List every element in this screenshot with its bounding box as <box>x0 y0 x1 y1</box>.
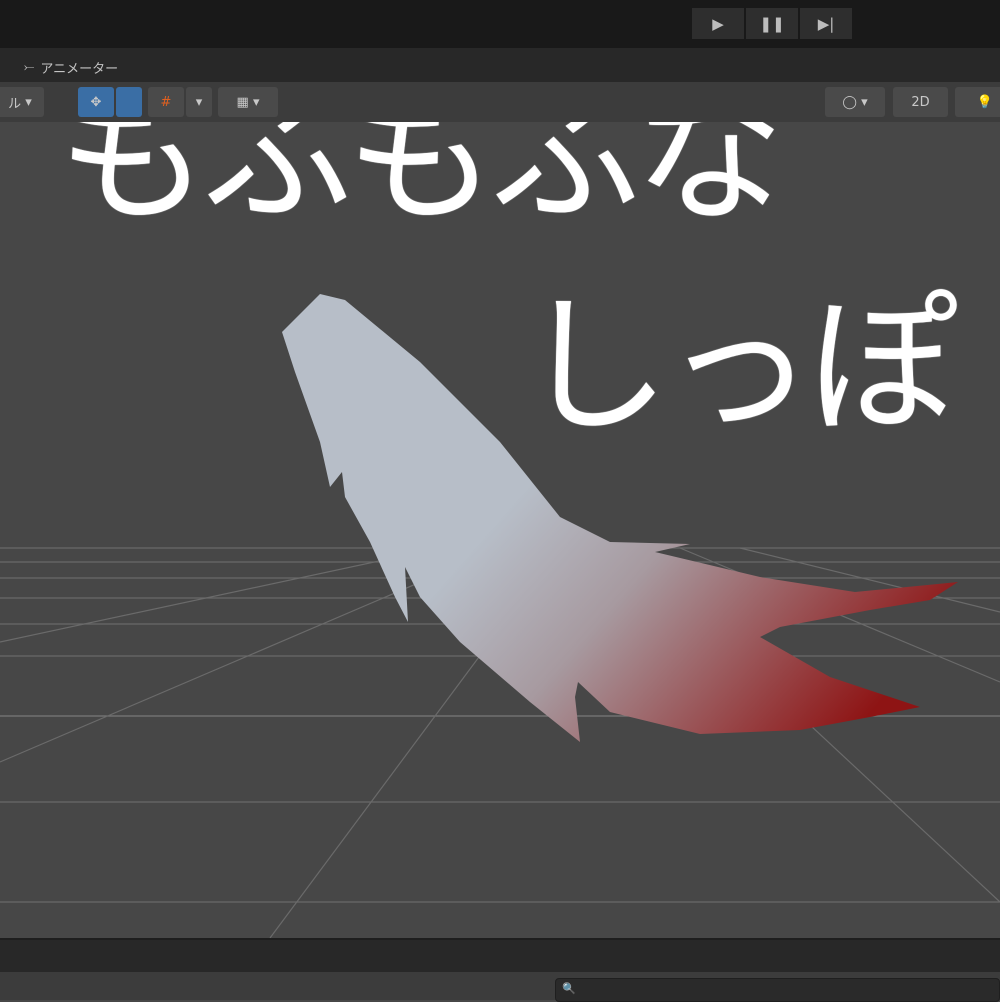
search-icon: 🔍 <box>562 982 576 995</box>
handwritten-title-line1: もふもふな <box>58 122 784 244</box>
playback-controls: ▶ ❚❚ ▶| <box>692 8 852 39</box>
2d-toggle-button[interactable]: 2D <box>893 87 948 117</box>
pause-button[interactable]: ❚❚ <box>746 8 798 39</box>
tab-bar: ⤚ アニメーター <box>0 48 1000 82</box>
move-icon: ✥ <box>90 94 102 110</box>
handwritten-title-line2: しっぽ <box>520 280 958 454</box>
top-bar: ▶ ❚❚ ▶| <box>0 0 1000 48</box>
shading-dropdown[interactable]: ル ▾ <box>0 87 44 117</box>
step-button[interactable]: ▶| <box>800 8 852 39</box>
draw-mode-dropdown[interactable]: ◯ ▾ <box>825 87 885 117</box>
scene-toolbar: ル ▾ ✥ # ▾ ▦ ▾ ◯ ▾ 2D 💡 <box>0 82 1000 122</box>
local-toggle-button[interactable] <box>116 87 142 117</box>
snap-dropdown[interactable]: ▾ <box>186 87 212 117</box>
play-button[interactable]: ▶ <box>692 8 744 39</box>
light-bulb-icon: 💡 <box>976 94 994 110</box>
dropdown-label: ル <box>8 96 22 112</box>
grid-snap-icon: # <box>160 94 172 110</box>
snap-button[interactable]: # <box>148 87 184 117</box>
bottom-panel: 🔍 <box>0 972 1000 1002</box>
search-input[interactable]: 🔍 <box>555 978 1000 1002</box>
lighting-toggle-button[interactable]: 💡 <box>955 87 1000 117</box>
bottom-panel-header <box>0 938 1000 972</box>
grid-dropdown[interactable]: ▦ ▾ <box>218 87 278 117</box>
scene-canvas <box>0 294 1000 938</box>
tab-animator[interactable]: ⤚ アニメーター <box>24 58 118 77</box>
grid-icon: ▦ <box>236 94 249 110</box>
scene-viewport[interactable]: もふもふな しっぽ <box>0 122 1000 938</box>
tab-label: アニメーター <box>40 62 119 77</box>
animator-icon: ⤚ <box>24 60 35 75</box>
shading-sphere-icon: ◯ <box>842 94 857 110</box>
move-tool-button[interactable]: ✥ <box>78 87 114 117</box>
